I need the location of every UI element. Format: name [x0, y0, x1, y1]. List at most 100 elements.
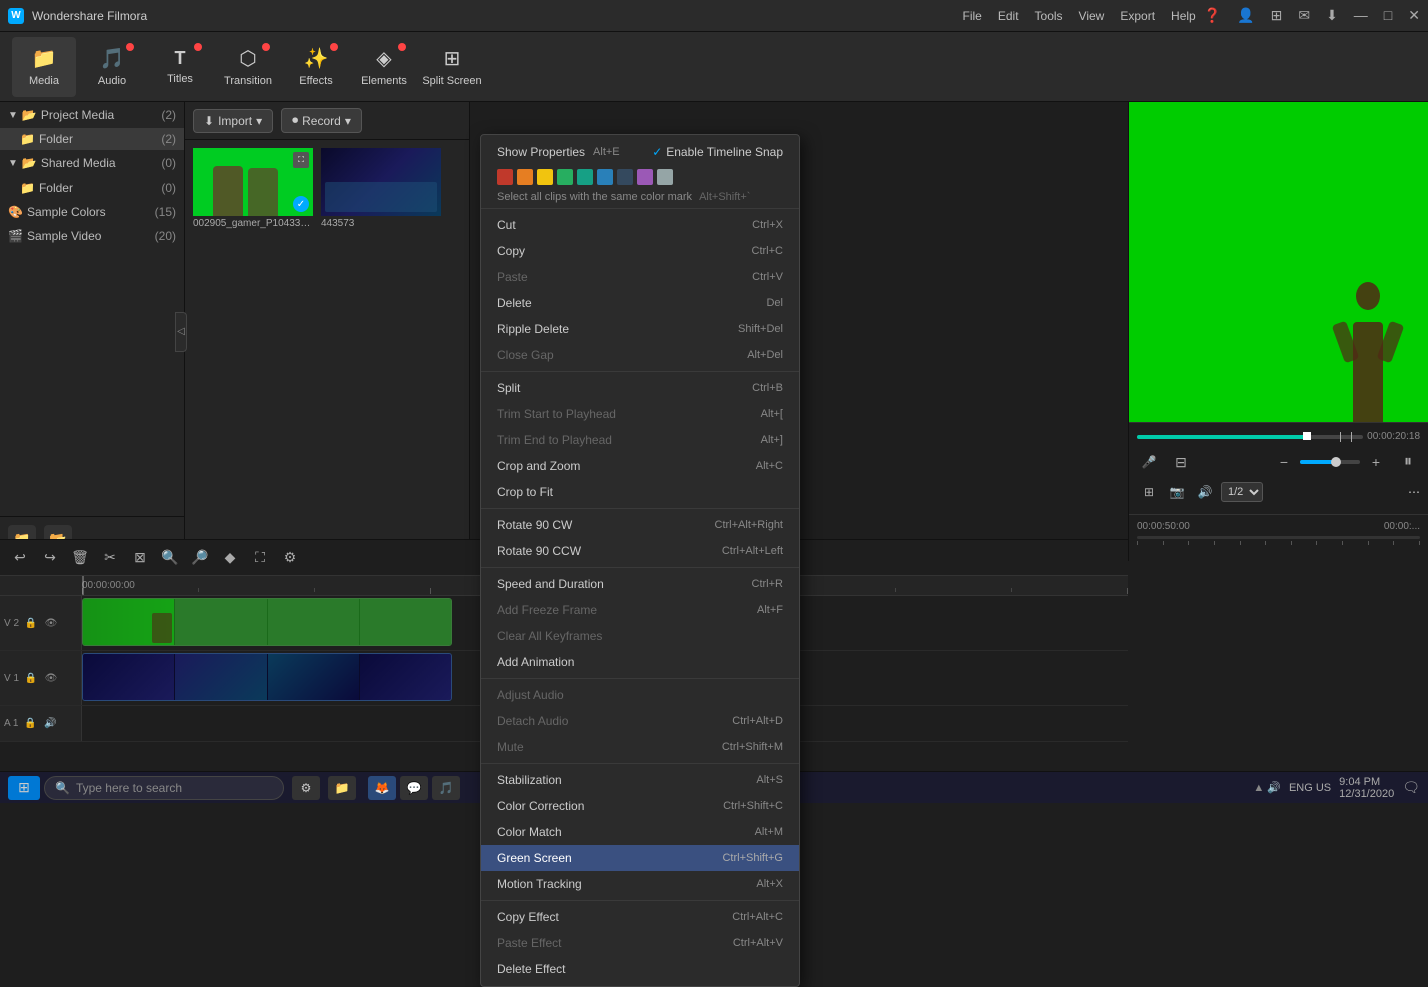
tl-mini-bar[interactable]: [1137, 536, 1420, 539]
menu-help[interactable]: Help: [1171, 9, 1196, 23]
shared-folder-item[interactable]: 📁 Folder (0): [0, 176, 184, 200]
color-chip-red[interactable]: [497, 169, 513, 185]
audio-output-button[interactable]: 🔊: [1193, 480, 1217, 504]
toolbar-transition[interactable]: ⬡ Transition: [216, 37, 280, 97]
ctx-show-properties[interactable]: Show Properties Alt+E: [489, 139, 636, 165]
project-media-section[interactable]: ▼ 📂 Project Media (2): [0, 102, 184, 128]
ctx-crop-fit[interactable]: Crop to Fit: [481, 479, 799, 505]
clip-v2-1[interactable]: 002905_gamer_P1043356_green: [82, 598, 452, 646]
taskbar-app-1[interactable]: 🦊: [368, 776, 396, 800]
color-chip-orange[interactable]: [517, 169, 533, 185]
toolbar-titles[interactable]: T Titles: [148, 37, 212, 97]
settings-tl[interactable]: ⚙: [278, 546, 302, 570]
taskbar-folder-button[interactable]: 📁: [328, 776, 356, 800]
record-button[interactable]: ⏺ Record ▾: [281, 108, 362, 133]
folder-item[interactable]: 📁 Folder (2): [0, 128, 184, 150]
zoom-slider[interactable]: [1300, 460, 1360, 464]
toolbar-elements[interactable]: ◈ Elements: [352, 37, 416, 97]
download-icon[interactable]: ⬇: [1326, 7, 1338, 24]
clip-v1-1[interactable]: 443573: [82, 653, 452, 701]
maximize-button[interactable]: □: [1384, 7, 1392, 24]
ctx-copy[interactable]: Copy Ctrl+C: [481, 238, 799, 264]
taskbar-app-3[interactable]: 🎵: [432, 776, 460, 800]
menu-export[interactable]: Export: [1120, 9, 1155, 23]
color-chip-purple[interactable]: [637, 169, 653, 185]
notification-icon[interactable]: 🗨: [1402, 779, 1420, 796]
preview-progress-bar[interactable]: [1137, 435, 1363, 439]
taskbar-app-2[interactable]: 💬: [400, 776, 428, 800]
sample-video-item[interactable]: 🎬 Sample Video (20): [0, 224, 184, 248]
shared-media-section[interactable]: ▼ 📂 Shared Media (0): [0, 150, 184, 176]
question-icon[interactable]: ❓: [1204, 7, 1221, 24]
ctx-rotate-ccw[interactable]: Rotate 90 CCW Ctrl+Alt+Left: [481, 538, 799, 564]
ctx-rotate-cw[interactable]: Rotate 90 CW Ctrl+Alt+Right: [481, 512, 799, 538]
color-chip-yellow[interactable]: [537, 169, 553, 185]
playhead[interactable]: [82, 576, 84, 596]
fullscreen-tl[interactable]: ⛶: [248, 546, 272, 570]
ctx-cut[interactable]: Cut Ctrl+X: [481, 212, 799, 238]
color-chip-green[interactable]: [557, 169, 573, 185]
toolbar-media[interactable]: 📁 Media: [12, 37, 76, 97]
track-v1-lock[interactable]: 🔒: [23, 670, 39, 686]
color-chip-dark[interactable]: [617, 169, 633, 185]
cut-tl-button[interactable]: ✂: [98, 546, 122, 570]
menu-edit[interactable]: Edit: [998, 9, 1019, 23]
ctx-ripple-delete[interactable]: Ripple Delete Shift+Del: [481, 316, 799, 342]
taskbar-search[interactable]: 🔍 Type here to search: [44, 776, 284, 800]
ctx-color-match[interactable]: Color Match Alt+M: [481, 819, 799, 845]
zoom-in-tl[interactable]: 🔍: [158, 546, 182, 570]
panel-collapse-arrow[interactable]: ◁: [175, 312, 187, 352]
track-a1-volume[interactable]: 🔊: [42, 716, 58, 732]
menu-file[interactable]: File: [963, 9, 982, 23]
ctx-crop-zoom[interactable]: Crop and Zoom Alt+C: [481, 453, 799, 479]
crop-tl-button[interactable]: ⊠: [128, 546, 152, 570]
start-button[interactable]: ⊞: [8, 776, 40, 800]
import-button[interactable]: ⬇ Import ▾: [193, 109, 273, 133]
minimize-button[interactable]: —: [1354, 7, 1368, 24]
color-chip-gray[interactable]: [657, 169, 673, 185]
ctx-speed-duration[interactable]: Speed and Duration Ctrl+R: [481, 571, 799, 597]
toolbar-effects[interactable]: ✨ Effects: [284, 37, 348, 97]
layout-icon[interactable]: ⊞: [1271, 7, 1283, 24]
toolbar-audio[interactable]: 🎵 Audio: [80, 37, 144, 97]
speed-select[interactable]: 1/2 1/4 1: [1221, 482, 1263, 502]
track-v1-eye[interactable]: 👁: [43, 670, 59, 686]
ctx-stabilization[interactable]: Stabilization Alt+S: [481, 767, 799, 793]
progress-thumb[interactable]: [1303, 432, 1311, 440]
ctx-add-animation[interactable]: Add Animation: [481, 649, 799, 675]
media-thumb-1[interactable]: ⛶ ✓ 002905_gamer_P104335...: [193, 148, 313, 553]
redo-button[interactable]: ↪: [38, 546, 62, 570]
export-frame-button[interactable]: ⊞: [1137, 480, 1161, 504]
close-button[interactable]: ✕: [1408, 7, 1420, 24]
track-v2-lock[interactable]: 🔒: [23, 615, 39, 631]
ctx-copy-effect[interactable]: Copy Effect Ctrl+Alt+C: [481, 904, 799, 930]
color-chip-blue[interactable]: [597, 169, 613, 185]
zoom-out-tl[interactable]: 🔎: [188, 546, 212, 570]
sample-colors-item[interactable]: 🎨 Sample Colors (15): [0, 200, 184, 224]
snapshot-button[interactable]: 📷: [1165, 480, 1189, 504]
account-icon[interactable]: 👤: [1237, 7, 1254, 24]
toolbar-splitscreen[interactable]: ⊞ Split Screen: [420, 37, 484, 97]
subtitle-button[interactable]: ⊟: [1169, 450, 1193, 474]
media-thumb-2[interactable]: 443573: [321, 148, 441, 553]
keyframe-button[interactable]: ◆: [218, 546, 242, 570]
mail-icon[interactable]: ✉: [1298, 7, 1310, 24]
ctx-motion-tracking[interactable]: Motion Tracking Alt+X: [481, 871, 799, 897]
taskbar-settings-button[interactable]: ⚙: [292, 776, 320, 800]
pause-button[interactable]: ⏸: [1396, 450, 1420, 474]
ctx-delete-effect[interactable]: Delete Effect: [481, 956, 799, 982]
more-options-icon[interactable]: ⋯: [1408, 485, 1420, 499]
delete-tl-button[interactable]: 🗑: [68, 546, 92, 570]
track-v2-eye[interactable]: 👁: [43, 615, 59, 631]
ctx-delete[interactable]: Delete Del: [481, 290, 799, 316]
track-a1-lock[interactable]: 🔒: [22, 716, 38, 732]
zoom-thumb[interactable]: [1331, 457, 1341, 467]
zoom-out-button[interactable]: −: [1272, 450, 1296, 474]
menu-view[interactable]: View: [1079, 9, 1105, 23]
ctx-split[interactable]: Split Ctrl+B: [481, 375, 799, 401]
mic-button[interactable]: 🎤: [1137, 450, 1161, 474]
ctx-green-screen[interactable]: Green Screen Ctrl+Shift+G: [481, 845, 799, 871]
ctx-color-correction[interactable]: Color Correction Ctrl+Shift+C: [481, 793, 799, 819]
zoom-in-button[interactable]: +: [1364, 450, 1388, 474]
menu-tools[interactable]: Tools: [1035, 9, 1063, 23]
